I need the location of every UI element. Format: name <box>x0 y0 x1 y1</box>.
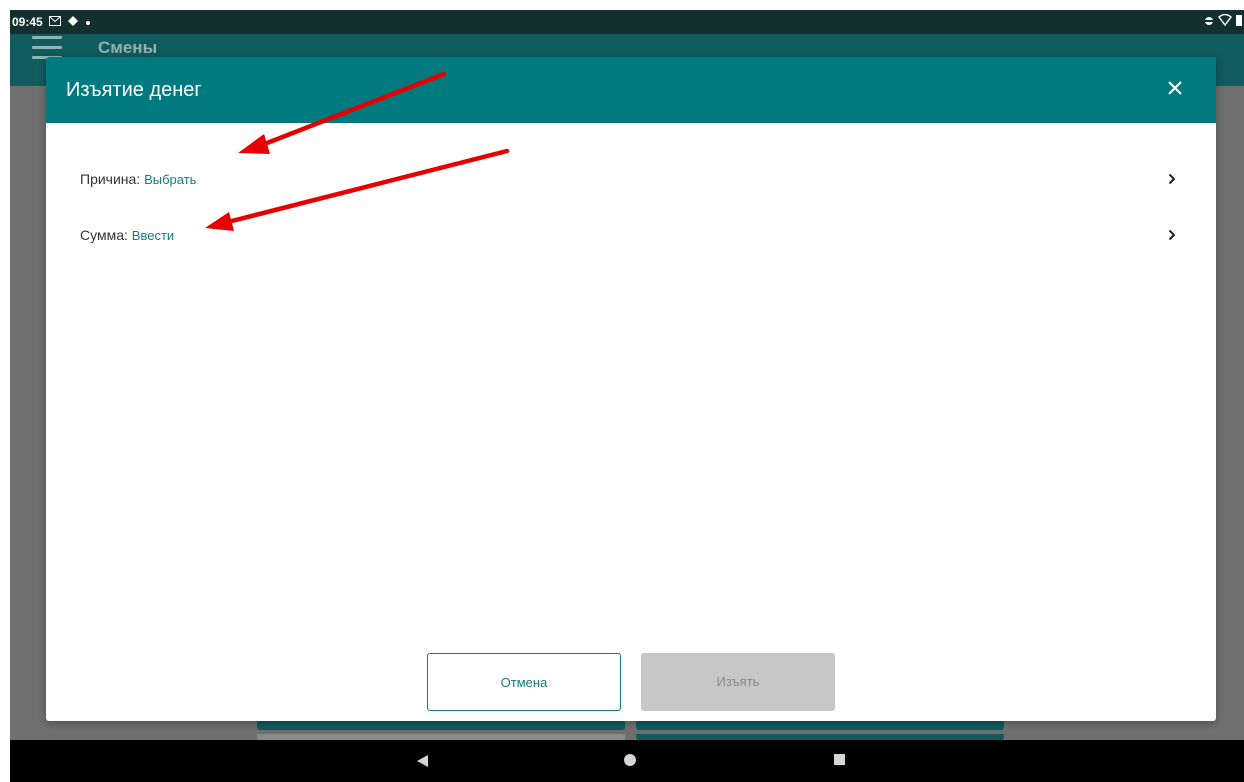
app-title: Смены <box>98 38 158 57</box>
data-icon <box>1204 15 1214 29</box>
battery-icon <box>1236 14 1242 29</box>
withdraw-button[interactable]: Изъять <box>641 653 835 711</box>
amount-row[interactable]: Сумма: Ввести <box>46 215 1216 255</box>
dialog-title: Изъятие денег <box>66 79 202 101</box>
cancel-button[interactable]: Отмена <box>427 653 621 711</box>
amount-label-text: Сумма: <box>80 227 132 243</box>
amount-label: Сумма: Ввести <box>80 227 174 243</box>
reason-label: Причина: Выбрать <box>80 171 196 187</box>
reason-select-link[interactable]: Выбрать <box>144 172 196 187</box>
reason-label-text: Причина: <box>80 171 145 187</box>
close-icon <box>1168 81 1182 95</box>
reason-row[interactable]: Причина: Выбрать <box>46 159 1216 199</box>
amount-enter-link[interactable]: Ввести <box>132 228 174 243</box>
status-time: 09:45 <box>12 15 43 29</box>
device-screen: 09:45 Смены Изъятие денег Причина: Выбра… <box>10 10 1244 782</box>
gmail-icon <box>48 15 61 29</box>
withdraw-money-dialog: Изъятие денег Причина: Выбрать Сумма: Вв… <box>46 57 1216 721</box>
dot-icon <box>85 15 91 29</box>
back-icon[interactable] <box>417 755 428 767</box>
wifi-icon <box>1218 13 1232 29</box>
chevron-right-icon <box>1168 173 1176 185</box>
status-bar: 09:45 <box>10 10 1244 34</box>
home-icon[interactable] <box>624 754 636 766</box>
dialog-header: Изъятие денег <box>46 57 1216 123</box>
status-right <box>1204 13 1242 29</box>
status-left: 09:45 <box>12 15 91 29</box>
navigation-bar <box>10 740 1244 782</box>
signal-icon <box>67 15 79 29</box>
close-button[interactable] <box>1164 77 1186 99</box>
chevron-right-icon <box>1168 229 1176 241</box>
recents-icon[interactable] <box>834 754 845 765</box>
